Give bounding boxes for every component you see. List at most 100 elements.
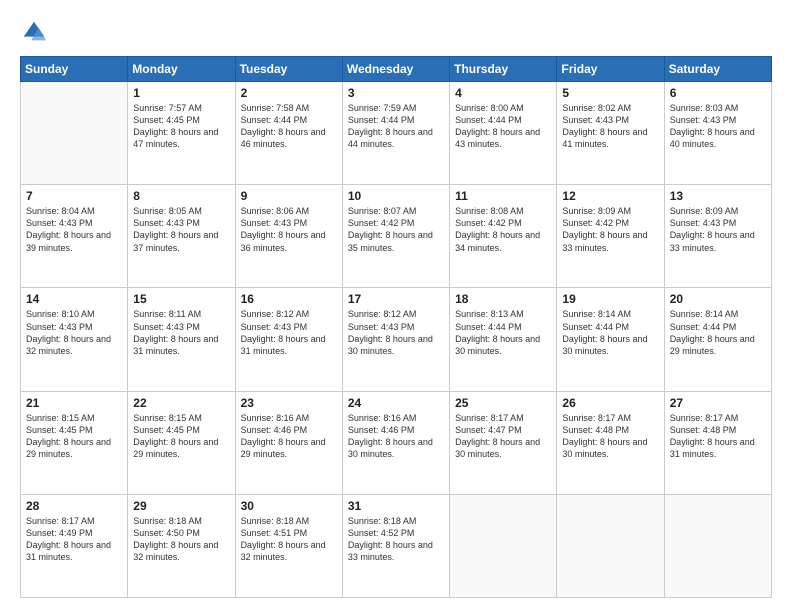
calendar-cell: 16 Sunrise: 8:12 AMSunset: 4:43 PMDayligh… [235,288,342,391]
calendar-cell [557,494,664,597]
page: SundayMondayTuesdayWednesdayThursdayFrid… [0,0,792,612]
logo [20,18,52,46]
day-info: Sunrise: 8:12 AMSunset: 4:43 PMDaylight:… [348,308,444,357]
calendar-cell: 22 Sunrise: 8:15 AMSunset: 4:45 PMDayligh… [128,391,235,494]
day-number: 29 [133,499,229,513]
calendar-cell: 28 Sunrise: 8:17 AMSunset: 4:49 PMDayligh… [21,494,128,597]
calendar-cell: 8 Sunrise: 8:05 AMSunset: 4:43 PMDaylight… [128,185,235,288]
day-info: Sunrise: 8:14 AMSunset: 4:44 PMDaylight:… [670,308,766,357]
day-number: 2 [241,86,337,100]
day-number: 19 [562,292,658,306]
day-number: 23 [241,396,337,410]
calendar-cell: 29 Sunrise: 8:18 AMSunset: 4:50 PMDayligh… [128,494,235,597]
calendar-cell: 17Sunrise: 8:12 AMSunset: 4:43 PMDayligh… [342,288,449,391]
calendar-cell: 3 Sunrise: 7:59 AMSunset: 4:44 PMDaylight… [342,82,449,185]
day-info: Sunrise: 8:17 AMSunset: 4:47 PMDaylight:… [455,412,551,461]
day-number: 15 [133,292,229,306]
calendar-cell: 10 Sunrise: 8:07 AMSunset: 4:42 PMDayligh… [342,185,449,288]
day-number: 27 [670,396,766,410]
day-info: Sunrise: 8:06 AMSunset: 4:43 PMDaylight:… [241,205,337,254]
day-info: Sunrise: 8:13 AMSunset: 4:44 PMDaylight:… [455,308,551,357]
day-number: 13 [670,189,766,203]
day-info: Sunrise: 8:14 AMSunset: 4:44 PMDaylight:… [562,308,658,357]
calendar-cell: 12 Sunrise: 8:09 AMSunset: 4:42 PMDayligh… [557,185,664,288]
calendar-week-row: 7Sunrise: 8:04 AMSunset: 4:43 PMDaylight… [21,185,772,288]
day-number: 3 [348,86,444,100]
day-number: 9 [241,189,337,203]
day-info: Sunrise: 8:09 AMSunset: 4:43 PMDaylight:… [670,205,766,254]
day-number: 8 [133,189,229,203]
day-info: Sunrise: 8:18 AMSunset: 4:52 PMDaylight:… [348,515,444,564]
day-info: Sunrise: 8:17 AMSunset: 4:48 PMDaylight:… [670,412,766,461]
day-number: 1 [133,86,229,100]
calendar-cell [664,494,771,597]
day-info: Sunrise: 8:03 AMSunset: 4:43 PMDaylight:… [670,102,766,151]
weekday-header-saturday: Saturday [664,57,771,82]
weekday-header-tuesday: Tuesday [235,57,342,82]
day-number: 10 [348,189,444,203]
calendar-cell: 2 Sunrise: 7:58 AMSunset: 4:44 PMDaylight… [235,82,342,185]
calendar-cell: 23 Sunrise: 8:16 AMSunset: 4:46 PMDayligh… [235,391,342,494]
day-info: Sunrise: 8:05 AMSunset: 4:43 PMDaylight:… [133,205,229,254]
calendar-cell: 26 Sunrise: 8:17 AMSunset: 4:48 PMDayligh… [557,391,664,494]
day-number: 24 [348,396,444,410]
day-info: Sunrise: 8:17 AMSunset: 4:49 PMDaylight:… [26,515,122,564]
day-info: Sunrise: 8:18 AMSunset: 4:50 PMDaylight:… [133,515,229,564]
calendar-week-row: 21 Sunrise: 8:15 AMSunset: 4:45 PMDayligh… [21,391,772,494]
day-info: Sunrise: 8:11 AMSunset: 4:43 PMDaylight:… [133,308,229,357]
header [20,18,772,46]
calendar-cell: 4 Sunrise: 8:00 AMSunset: 4:44 PMDaylight… [450,82,557,185]
calendar-cell: 21 Sunrise: 8:15 AMSunset: 4:45 PMDayligh… [21,391,128,494]
calendar-cell: 31 Sunrise: 8:18 AMSunset: 4:52 PMDayligh… [342,494,449,597]
day-number: 5 [562,86,658,100]
day-info: Sunrise: 8:10 AMSunset: 4:43 PMDaylight:… [26,308,122,357]
day-number: 6 [670,86,766,100]
day-info: Sunrise: 7:58 AMSunset: 4:44 PMDaylight:… [241,102,337,151]
logo-icon [20,18,48,46]
day-number: 22 [133,396,229,410]
calendar-week-row: 14 Sunrise: 8:10 AMSunset: 4:43 PMDayligh… [21,288,772,391]
weekday-header-sunday: Sunday [21,57,128,82]
calendar-cell: 18Sunrise: 8:13 AMSunset: 4:44 PMDayligh… [450,288,557,391]
day-info: Sunrise: 8:08 AMSunset: 4:42 PMDaylight:… [455,205,551,254]
day-info: Sunrise: 8:15 AMSunset: 4:45 PMDaylight:… [133,412,229,461]
day-info: Sunrise: 7:59 AMSunset: 4:44 PMDaylight:… [348,102,444,151]
calendar-cell: 27 Sunrise: 8:17 AMSunset: 4:48 PMDayligh… [664,391,771,494]
day-info: Sunrise: 8:18 AMSunset: 4:51 PMDaylight:… [241,515,337,564]
day-number: 4 [455,86,551,100]
calendar-cell: 15 Sunrise: 8:11 AMSunset: 4:43 PMDayligh… [128,288,235,391]
day-number: 12 [562,189,658,203]
day-number: 16 [241,292,337,306]
day-info: Sunrise: 8:16 AMSunset: 4:46 PMDaylight:… [241,412,337,461]
calendar-cell: 11Sunrise: 8:08 AMSunset: 4:42 PMDayligh… [450,185,557,288]
day-number: 25 [455,396,551,410]
weekday-header-wednesday: Wednesday [342,57,449,82]
calendar-header-row: SundayMondayTuesdayWednesdayThursdayFrid… [21,57,772,82]
day-info: Sunrise: 8:07 AMSunset: 4:42 PMDaylight:… [348,205,444,254]
calendar-cell: 9 Sunrise: 8:06 AMSunset: 4:43 PMDaylight… [235,185,342,288]
day-number: 14 [26,292,122,306]
calendar-week-row: 28 Sunrise: 8:17 AMSunset: 4:49 PMDayligh… [21,494,772,597]
calendar-cell: 20 Sunrise: 8:14 AMSunset: 4:44 PMDayligh… [664,288,771,391]
calendar-cell: 24Sunrise: 8:16 AMSunset: 4:46 PMDayligh… [342,391,449,494]
day-number: 20 [670,292,766,306]
day-info: Sunrise: 8:09 AMSunset: 4:42 PMDaylight:… [562,205,658,254]
day-info: Sunrise: 8:17 AMSunset: 4:48 PMDaylight:… [562,412,658,461]
day-number: 21 [26,396,122,410]
day-info: Sunrise: 8:12 AMSunset: 4:43 PMDaylight:… [241,308,337,357]
calendar-cell: 25 Sunrise: 8:17 AMSunset: 4:47 PMDayligh… [450,391,557,494]
weekday-header-friday: Friday [557,57,664,82]
calendar-cell: 5 Sunrise: 8:02 AMSunset: 4:43 PMDaylight… [557,82,664,185]
calendar-cell: 6 Sunrise: 8:03 AMSunset: 4:43 PMDaylight… [664,82,771,185]
day-info: Sunrise: 8:15 AMSunset: 4:45 PMDaylight:… [26,412,122,461]
day-info: Sunrise: 8:00 AMSunset: 4:44 PMDaylight:… [455,102,551,151]
day-info: Sunrise: 7:57 AMSunset: 4:45 PMDaylight:… [133,102,229,151]
day-number: 26 [562,396,658,410]
day-info: Sunrise: 8:02 AMSunset: 4:43 PMDaylight:… [562,102,658,151]
calendar-cell: 13 Sunrise: 8:09 AMSunset: 4:43 PMDayligh… [664,185,771,288]
day-number: 30 [241,499,337,513]
day-info: Sunrise: 8:04 AMSunset: 4:43 PMDaylight:… [26,205,122,254]
calendar-table: SundayMondayTuesdayWednesdayThursdayFrid… [20,56,772,598]
day-number: 28 [26,499,122,513]
day-number: 31 [348,499,444,513]
